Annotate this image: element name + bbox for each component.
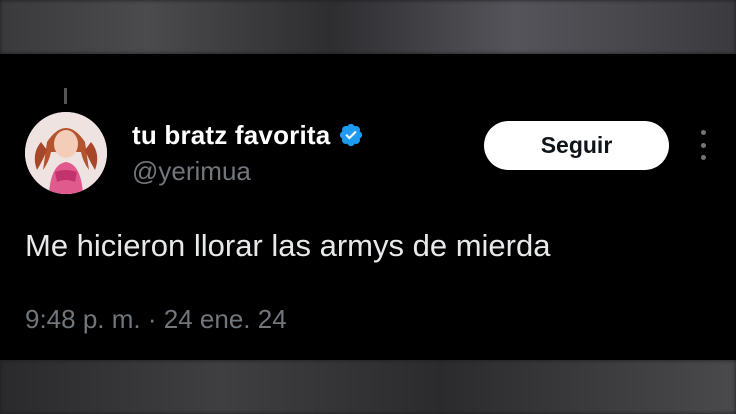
tweet-text: Me hicieron llorar las armys de mierda xyxy=(25,228,551,263)
tweet-time[interactable]: 9:48 p. m. xyxy=(25,304,141,334)
author-name-row: tu bratz favorita xyxy=(132,118,364,152)
avatar[interactable] xyxy=(25,112,107,194)
thread-connector-line xyxy=(64,88,67,104)
follow-button[interactable]: Seguir xyxy=(484,121,669,170)
verified-badge-icon xyxy=(340,123,363,147)
blurred-background-top xyxy=(0,0,736,54)
tweet-date[interactable]: 24 ene. 24 xyxy=(164,304,287,334)
more-dot xyxy=(700,142,706,148)
author-display-name[interactable]: tu bratz favorita xyxy=(132,120,330,151)
more-options-icon[interactable] xyxy=(694,130,712,160)
author-handle[interactable]: @yerimua xyxy=(132,156,251,187)
more-dot xyxy=(700,155,706,160)
more-dot xyxy=(700,130,706,135)
avatar-image xyxy=(25,112,107,194)
blurred-background-bottom xyxy=(0,360,736,414)
tweet-timestamp: 9:48 p. m. · 24 ene. 24 xyxy=(25,304,287,335)
timestamp-separator: · xyxy=(147,304,157,334)
